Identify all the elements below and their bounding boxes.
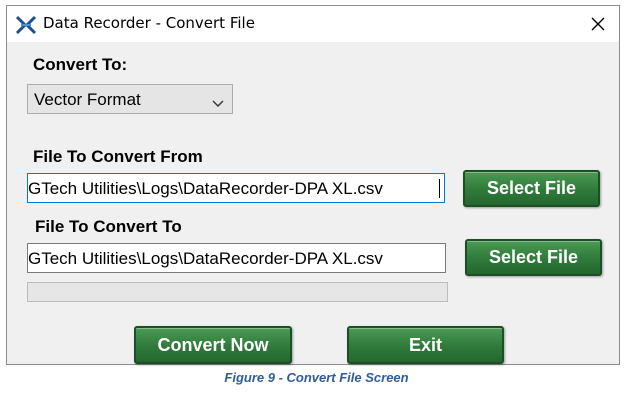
exit-button[interactable]: Exit	[347, 326, 504, 364]
source-file-value: GTech Utilities\Logs\DataRecorder-DPA XL…	[28, 179, 383, 198]
close-icon	[591, 17, 605, 31]
title-bar: Data Recorder - Convert File	[7, 6, 619, 42]
convert-now-button[interactable]: Convert Now	[134, 326, 292, 364]
close-button[interactable]	[585, 12, 611, 36]
destination-file-field[interactable]: GTech Utilities\Logs\DataRecorder-DPA XL…	[27, 243, 446, 273]
format-select-value: Vector Format	[34, 90, 141, 109]
chevron-down-icon	[212, 94, 224, 107]
file-from-label: File To Convert From	[33, 147, 203, 166]
convert-to-label: Convert To:	[33, 55, 128, 74]
figure-caption: Figure 9 - Convert File Screen	[224, 370, 409, 385]
file-to-label: File To Convert To	[35, 217, 182, 236]
format-select[interactable]: Vector Format	[27, 84, 233, 114]
convert-file-window: Data Recorder - Convert File Convert To:…	[6, 5, 620, 365]
source-file-field[interactable]: GTech Utilities\Logs\DataRecorder-DPA XL…	[27, 173, 445, 203]
conversion-progress-bar	[27, 282, 448, 302]
xdr-logo-icon	[15, 15, 37, 35]
select-destination-file-button[interactable]: Select File	[465, 239, 602, 276]
destination-file-value: GTech Utilities\Logs\DataRecorder-DPA XL…	[28, 249, 383, 268]
select-source-file-button[interactable]: Select File	[463, 170, 600, 207]
text-caret	[439, 179, 440, 198]
window-title: Data Recorder - Convert File	[43, 14, 255, 32]
